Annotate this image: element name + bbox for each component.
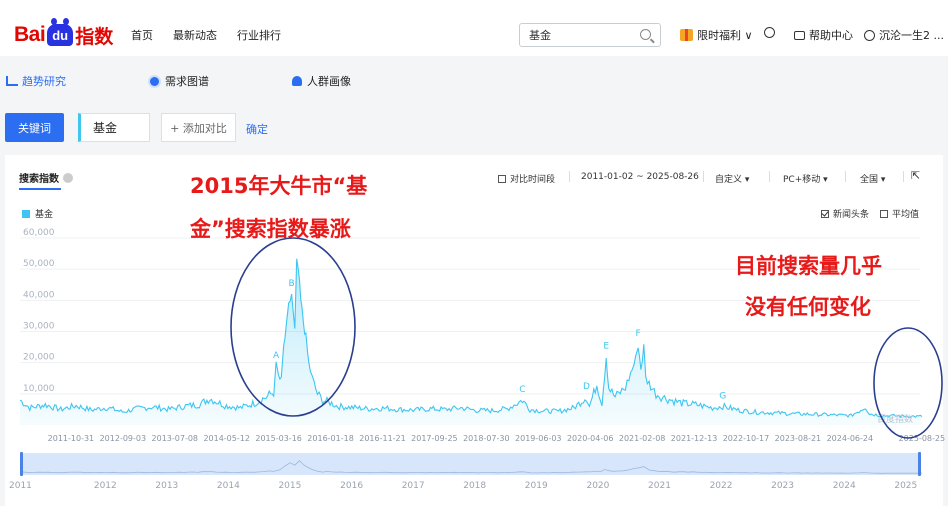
overview-year-label: 2021	[648, 481, 671, 491]
y-tick-label: 20,000	[23, 353, 55, 363]
overview-year-label: 2014	[217, 481, 240, 491]
overview-year-label: 2013	[155, 481, 178, 491]
overview-year-label: 2025	[894, 481, 917, 491]
overview-year-label: 2015	[278, 481, 301, 491]
event-marker[interactable]: B	[289, 279, 295, 289]
y-tick-label: 10,000	[23, 384, 55, 394]
range-slider-track[interactable]	[21, 453, 921, 475]
series-area	[20, 258, 922, 425]
x-tick-label: 2018-07-30	[463, 434, 510, 443]
event-marker[interactable]: A	[273, 351, 280, 361]
x-tick-label: 2016-11-21	[359, 434, 406, 443]
x-tick-label: 2021-02-08	[619, 434, 666, 443]
overview-year-label: 2018	[463, 481, 486, 491]
x-tick-label: 2011-10-31	[48, 434, 95, 443]
y-tick-label: 60,000	[23, 228, 55, 238]
x-tick-label: 2022-10-17	[723, 434, 770, 443]
overview-year-label: 2017	[402, 481, 425, 491]
overview-year-label: 2011	[9, 481, 32, 491]
event-marker[interactable]: D	[583, 382, 590, 392]
overview-year-label: 2019	[525, 481, 548, 491]
x-tick-label: 2013-07-08	[152, 434, 199, 443]
range-handle-right[interactable]	[918, 452, 921, 476]
overview-year-label: 2022	[710, 481, 733, 491]
overview-year-label: 2016	[340, 481, 363, 491]
x-tick-label: 2012-09-03	[100, 434, 147, 443]
event-marker[interactable]: C	[519, 385, 525, 395]
x-tick-label: 2015-03-16	[255, 434, 302, 443]
annotation-right-line2: 没有任何变化	[745, 295, 871, 319]
y-tick-label: 30,000	[23, 322, 55, 332]
event-marker[interactable]: G	[719, 391, 726, 401]
annotation-left-line1: 2015年大牛市“基	[190, 174, 368, 198]
x-tick-label: 2024-06-24	[827, 434, 874, 443]
range-handle-left[interactable]	[20, 452, 23, 476]
overview-year-label: 2012	[94, 481, 117, 491]
event-marker[interactable]: F	[635, 329, 640, 339]
baidu-index-page: Bai du 指数 首页 最新动态 行业排行 限时福利 ∨ 帮助中心 沉沦一生2…	[0, 0, 948, 506]
x-tick-label: 2016-01-18	[307, 434, 354, 443]
y-tick-label: 50,000	[23, 259, 55, 269]
x-tick-label: 2014-05-12	[203, 434, 250, 443]
x-tick-label: 2021-12-13	[671, 434, 718, 443]
x-tick-label: 2020-04-06	[567, 434, 614, 443]
x-tick-label: 2019-06-03	[515, 434, 562, 443]
overview-year-label: 2024	[833, 481, 856, 491]
x-tick-label: 2017-09-25	[411, 434, 458, 443]
event-marker[interactable]: E	[603, 341, 609, 351]
x-tick-label: 2023-08-21	[775, 434, 822, 443]
annotation-right-line1: 目前搜索量几乎	[735, 254, 882, 278]
overview-year-label: 2020	[586, 481, 609, 491]
y-tick-label: 40,000	[23, 290, 55, 300]
annotation-left-line2: 金”搜索指数暴涨	[190, 217, 351, 241]
overview-year-label: 2023	[771, 481, 794, 491]
